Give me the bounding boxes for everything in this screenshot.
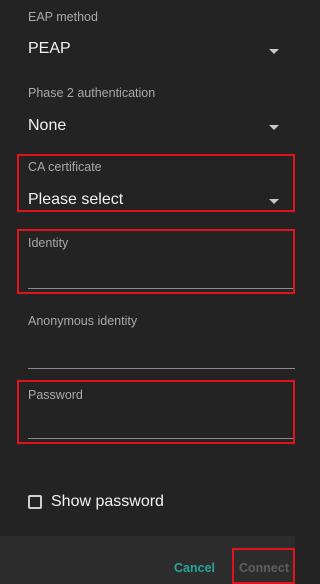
eap-method-label: EAP method: [28, 10, 98, 24]
password-underline: [28, 438, 295, 439]
show-password-row[interactable]: Show password: [0, 488, 295, 518]
chevron-down-icon: [269, 199, 279, 204]
eap-method-value: PEAP: [28, 40, 71, 57]
show-password-label: Show password: [51, 493, 164, 510]
ca-certificate-label: CA certificate: [28, 160, 102, 174]
phase2-auth-field[interactable]: Phase 2 authentication None: [0, 76, 295, 152]
password-label: Password: [28, 388, 83, 402]
ca-certificate-field[interactable]: CA certificate Please select: [0, 152, 295, 228]
password-field[interactable]: Password: [0, 380, 295, 446]
phase2-auth-label: Phase 2 authentication: [28, 86, 156, 100]
dialog-button-bar: Cancel Connect: [0, 536, 295, 584]
anonymous-identity-label: Anonymous identity: [28, 314, 138, 328]
phase2-auth-value: None: [28, 117, 67, 134]
eap-method-field[interactable]: EAP method PEAP: [0, 0, 295, 76]
connect-button[interactable]: Connect: [239, 561, 289, 575]
identity-field[interactable]: Identity: [0, 228, 295, 298]
anonymous-identity-underline: [28, 368, 295, 369]
checkbox-icon[interactable]: [28, 495, 42, 509]
identity-label: Identity: [28, 236, 69, 250]
chevron-down-icon: [269, 125, 279, 130]
anonymous-identity-field[interactable]: Anonymous identity: [0, 300, 295, 372]
ca-certificate-value: Please select: [28, 191, 124, 208]
wifi-eap-config-dialog: EAP method PEAP Phase 2 authentication N…: [0, 0, 295, 584]
chevron-down-icon: [269, 49, 279, 54]
cancel-button[interactable]: Cancel: [174, 561, 215, 575]
identity-underline: [28, 288, 295, 289]
